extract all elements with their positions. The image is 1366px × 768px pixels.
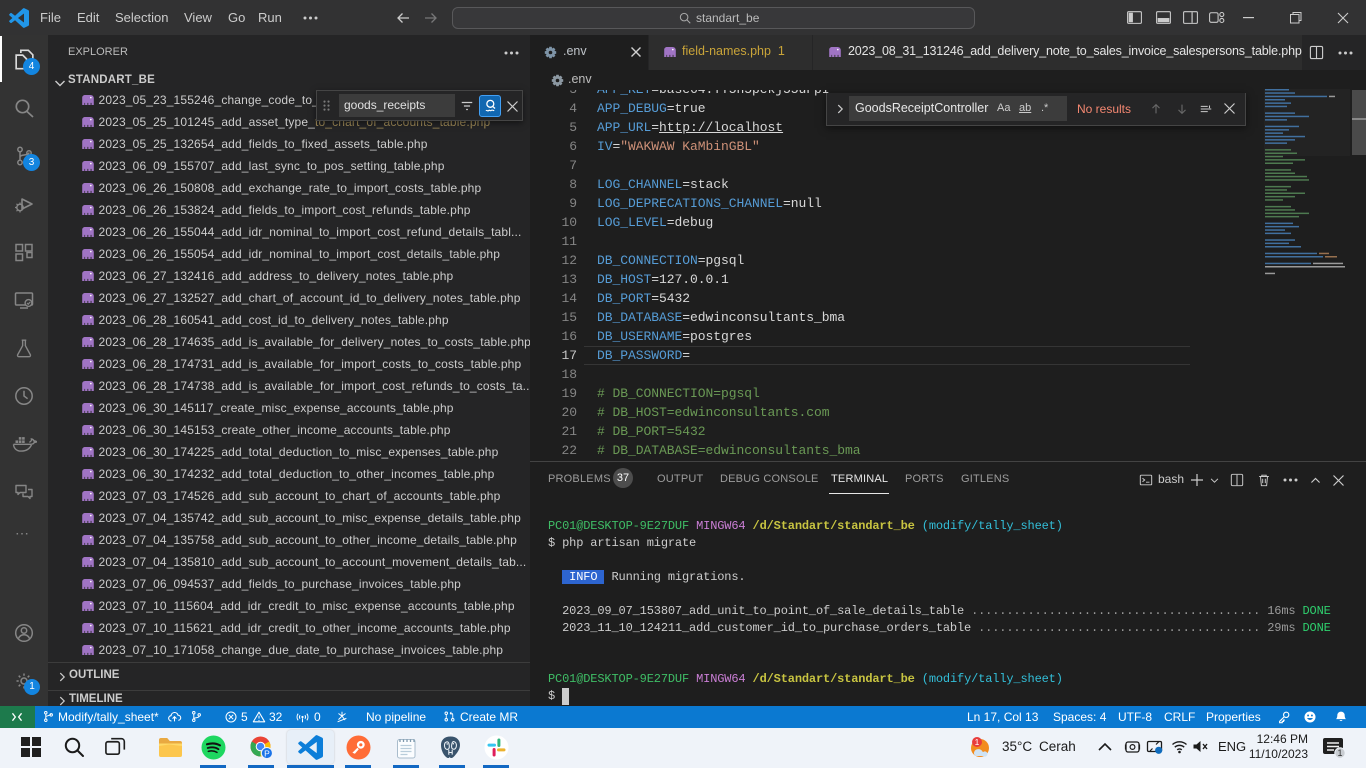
svg-text:1: 1: [1337, 748, 1342, 758]
svg-text:1: 1: [975, 737, 980, 747]
svg-text:P: P: [264, 748, 270, 758]
